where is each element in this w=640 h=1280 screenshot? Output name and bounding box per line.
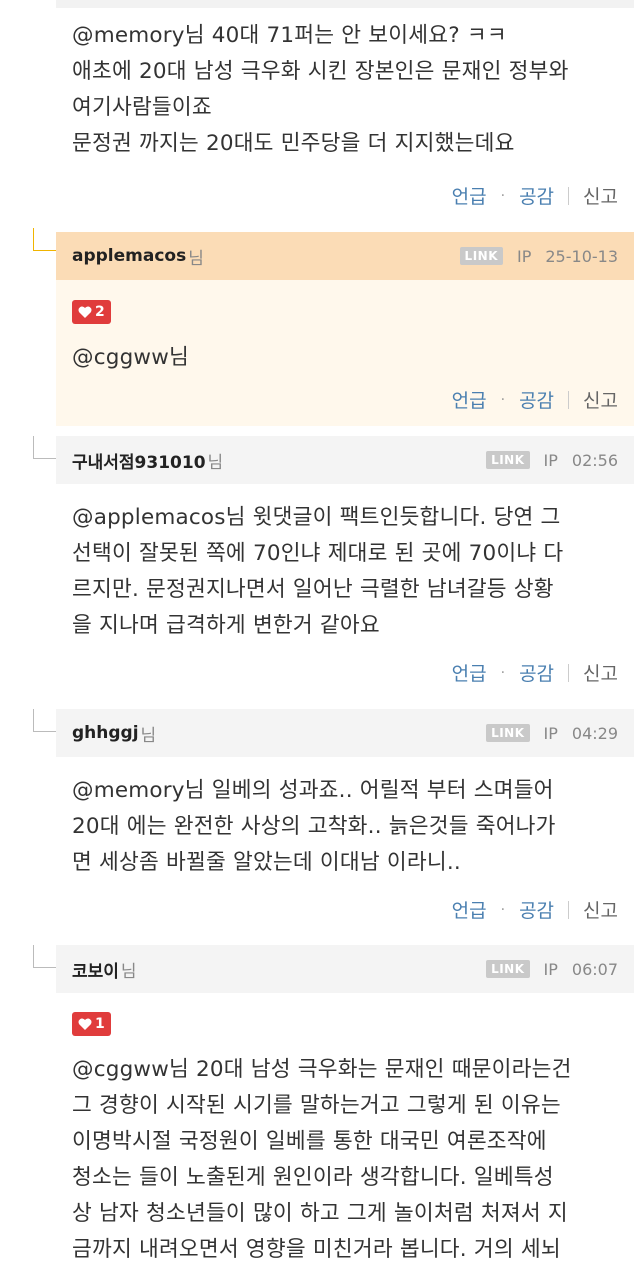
link-badge[interactable]: LINK [459, 247, 503, 265]
author-suffix: 님 [188, 248, 204, 269]
report-button[interactable]: 신고 [583, 896, 618, 923]
reply-branch-icon [33, 436, 56, 459]
link-badge[interactable]: LINK [486, 960, 530, 978]
comment-meta: LINK IP 25-10-13 [459, 246, 618, 266]
comment-body: @memory님 일베의 성과죠.. 어릴적 부터 스며들어 20대 에는 완전… [56, 773, 634, 881]
ip-label: IP [543, 723, 558, 743]
author-suffix: 님 [207, 452, 224, 473]
author-suffix: 님 [140, 725, 157, 746]
mention-button[interactable]: 언급 [452, 659, 487, 686]
ip-label: IP [543, 959, 558, 979]
author-name[interactable]: ghhggj [72, 723, 139, 743]
comment-body: @applemacos님 윗댓글이 팩트인듯합니다. 당연 그 선택이 잘못된 … [56, 500, 634, 644]
report-button[interactable]: 신고 [583, 659, 618, 686]
comment-header: 코보이 님 LINK IP 06:07 [56, 945, 634, 993]
comment-header: applemacos 님 LINK IP 25-10-13 [56, 232, 634, 280]
report-button[interactable]: 신고 [583, 386, 618, 413]
comment-date: 02:56 [571, 450, 618, 470]
comment-body: 1 @cggww님 20대 남성 극우화는 문재인 때문이라는건 그 경향이 시… [56, 1012, 634, 1268]
agree-button[interactable]: 공감 [519, 182, 554, 209]
comment-actions: 언급 · 공감 신고 [452, 659, 618, 686]
link-badge[interactable]: LINK [486, 724, 530, 742]
author-name[interactable]: 코보이 [72, 957, 119, 982]
reply-branch-icon [33, 945, 56, 968]
comment-date: 25-10-13 [545, 246, 618, 266]
heart-icon [78, 1018, 92, 1030]
divider [568, 900, 570, 919]
agree-button[interactable]: 공감 [519, 659, 554, 686]
dot-separator: · [500, 664, 506, 681]
dot-separator: · [500, 901, 506, 918]
comment-header: ghhggj 님 LINK IP 04:29 [56, 709, 634, 757]
comment-meta: LINK IP 02:56 [486, 451, 618, 470]
comment-meta: LINK IP 04:29 [486, 724, 618, 743]
comment-meta: LINK IP 06:07 [486, 960, 618, 979]
author-name[interactable]: applemacos [72, 246, 186, 266]
agree-button[interactable]: 공감 [519, 386, 554, 413]
like-badge[interactable]: 1 [72, 1012, 111, 1036]
author-suffix: 님 [120, 961, 137, 982]
author-name[interactable]: 구내서점931010 [72, 448, 206, 473]
comment-text: @memory님 일베의 성과죠.. 어릴적 부터 스며들어 20대 에는 완전… [72, 778, 556, 875]
link-badge[interactable]: LINK [486, 451, 530, 469]
divider [568, 390, 570, 409]
mention-button[interactable]: 언급 [452, 896, 487, 923]
comment-actions: 언급 · 공감 신고 [452, 896, 618, 923]
mention-button[interactable]: 언급 [452, 386, 487, 413]
comment-text: @applemacos님 윗댓글이 팩트인듯합니다. 당연 그 선택이 잘못된 … [72, 505, 564, 638]
like-badge[interactable]: 2 [72, 300, 111, 324]
ip-label: IP [517, 246, 532, 266]
mention-button[interactable]: 언급 [452, 182, 487, 209]
agree-button[interactable]: 공감 [519, 896, 554, 923]
comment-text: @cggww님 [72, 345, 189, 370]
reply-branch-icon [33, 709, 56, 732]
report-button[interactable]: 신고 [583, 182, 618, 209]
comment-actions: 언급 · 공감 신고 [452, 386, 618, 413]
dot-separator: · [500, 391, 506, 408]
comment-actions: 언급 · 공감 신고 [452, 182, 618, 209]
dot-separator: · [500, 187, 506, 204]
comment-text: @memory님 40대 71퍼는 안 보이세요? ㅋㅋ 애초에 20대 남성 … [72, 23, 569, 156]
like-count: 1 [95, 1016, 105, 1032]
ip-label: IP [543, 450, 558, 470]
like-count: 2 [95, 304, 105, 320]
comment-header: 구내서점931010 님 LINK IP 02:56 [56, 436, 634, 484]
comment-date: 06:07 [571, 959, 618, 979]
reply-branch-icon [33, 228, 56, 251]
heart-icon [78, 306, 92, 318]
comment-text: @cggww님 20대 남성 극우화는 문재인 때문이라는건 그 경향이 시작된… [72, 1057, 572, 1262]
divider [568, 186, 570, 205]
divider [568, 663, 570, 682]
comment-date: 04:29 [571, 723, 618, 743]
previous-comment-footer [56, 0, 634, 8]
comment-body-memory-reply: @memory님 40대 71퍼는 안 보이세요? ㅋㅋ 애초에 20대 남성 … [56, 18, 634, 162]
